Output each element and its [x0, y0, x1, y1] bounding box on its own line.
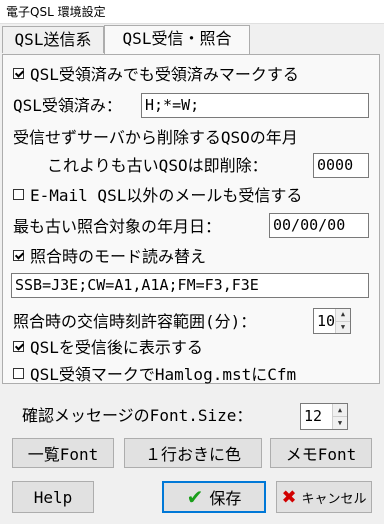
oldest-date-label: 最も古い照合対象の年月日：: [13, 217, 222, 236]
delete-older-input[interactable]: 0000: [313, 153, 369, 178]
tab-strip: QSL送信系 QSL受信・照合: [0, 25, 384, 54]
received-mark-checkbox-label: QSL受領済みでも受領済みマークする: [30, 65, 299, 84]
received-mark-label: QSL受領済み：: [13, 96, 122, 115]
time-tolerance-label: 照合時の交信時刻許容範囲(分)：: [13, 312, 257, 331]
close-icon: ✖: [281, 486, 297, 508]
tab-panel-qsl-receive: QSL受領済みでも受領済みマークする QSL受領済み： H;*=W; 受信せずサ…: [2, 54, 380, 384]
list-font-button[interactable]: 一覧Font: [12, 438, 114, 468]
show-after-receive-checkbox-label: QSLを受信後に表示する: [30, 338, 203, 357]
mode-rewrite-checkbox-row[interactable]: 照合時のモード読み替え: [13, 247, 206, 267]
font-size-value[interactable]: 12: [304, 404, 322, 428]
email-checkbox-label: E-Mail QSL以外のメールも受信する: [30, 186, 303, 205]
received-mark-checkbox-row[interactable]: QSL受領済みでも受領済みマークする: [13, 65, 299, 85]
show-after-receive-checkbox-row[interactable]: QSLを受信後に表示する: [13, 338, 203, 358]
delete-year-label: 受信せずサーバから削除するQSOの年月: [13, 128, 298, 147]
alternate-row-color-button[interactable]: １行おきに色: [124, 438, 262, 468]
cancel-button-label: キャンセル: [301, 491, 367, 507]
received-mark-input[interactable]: H;*=W;: [141, 93, 369, 118]
font-size-label: 確認メッセージのFont.Size：: [22, 406, 253, 425]
time-tolerance-spinner[interactable]: 10 ▲ ▼: [313, 308, 351, 334]
cfm-checkbox-row[interactable]: QSL受領マークでHamlog.mstにCfm: [13, 365, 296, 385]
checkmark-icon: ✔: [186, 485, 204, 509]
window-title: 電子QSL 環境設定: [0, 0, 384, 24]
spin-down-icon[interactable]: ▼: [336, 320, 350, 333]
font-size-spinner[interactable]: 12 ▲ ▼: [300, 403, 348, 430]
cfm-checkbox-label: QSL受領マークでHamlog.mstにCfm: [30, 365, 297, 384]
time-tolerance-value[interactable]: 10: [317, 309, 335, 333]
show-after-receive-checkbox[interactable]: [13, 341, 24, 352]
spin-up-icon[interactable]: ▲: [336, 309, 350, 321]
save-button[interactable]: ✔ 保存: [162, 481, 266, 513]
cancel-button[interactable]: ✖ キャンセル: [276, 481, 372, 513]
tab-qsl-receive[interactable]: QSL受信・照合: [104, 25, 250, 54]
mode-rewrite-checkbox-label: 照合時のモード読み替え: [30, 247, 207, 266]
spin-up-icon[interactable]: ▲: [333, 404, 347, 416]
spin-down-icon[interactable]: ▼: [333, 416, 347, 429]
oldest-date-input[interactable]: 00/00/00: [269, 213, 369, 238]
tab-qsl-send[interactable]: QSL送信系: [2, 26, 104, 53]
email-checkbox-row[interactable]: E-Mail QSL以外のメールも受信する: [13, 186, 302, 206]
font-size-arrows: ▲ ▼: [332, 404, 347, 429]
memo-font-button[interactable]: メモFont: [270, 438, 372, 468]
received-mark-checkbox[interactable]: [13, 68, 24, 79]
email-checkbox[interactable]: [13, 189, 24, 200]
cfm-checkbox[interactable]: [13, 368, 24, 379]
help-button[interactable]: Help: [12, 481, 94, 513]
mode-rewrite-input[interactable]: SSB=J3E;CW=A1,A1A;FM=F3,F3E: [11, 273, 369, 298]
time-tolerance-arrows: ▲ ▼: [335, 309, 350, 333]
save-button-label: 保存: [209, 489, 242, 508]
mode-rewrite-checkbox[interactable]: [13, 250, 24, 261]
delete-older-label: これよりも古いQSOは即削除：: [47, 156, 268, 175]
